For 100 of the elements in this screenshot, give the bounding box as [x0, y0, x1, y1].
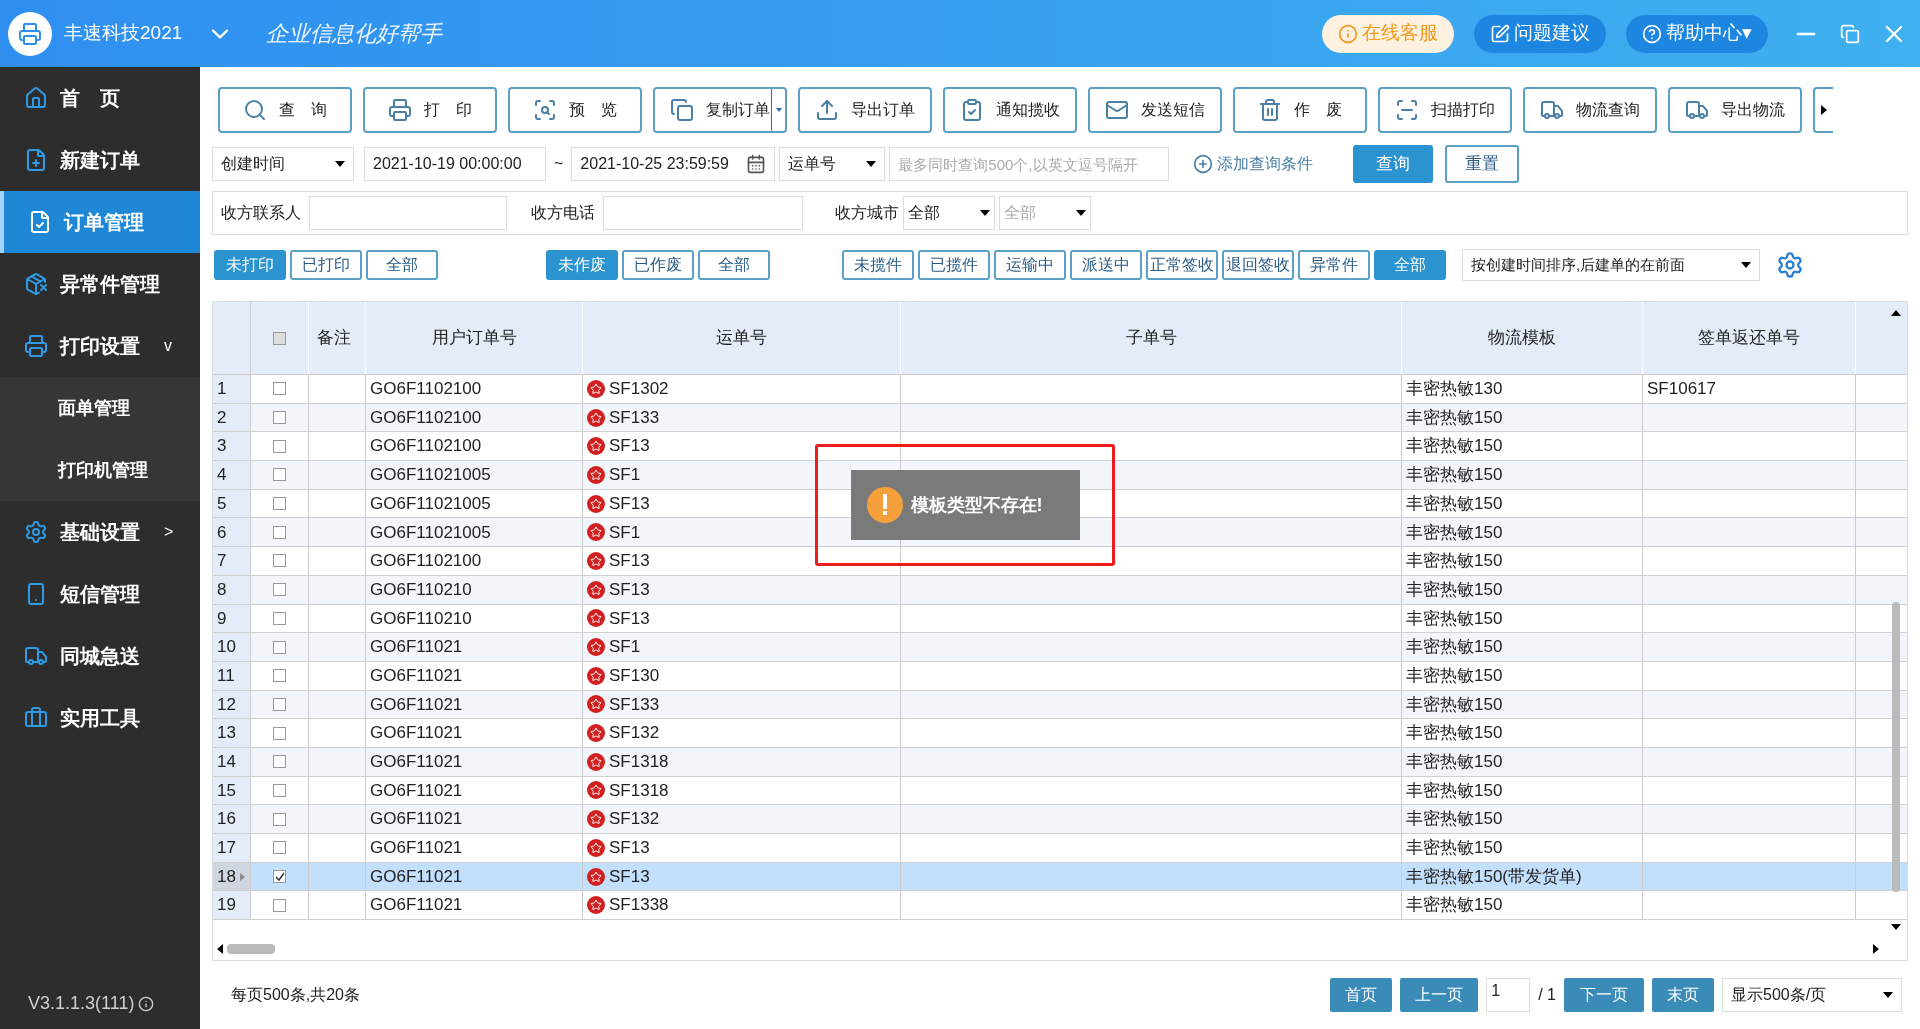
table-row[interactable]: 10 GO6F11021 SF1 丰密热敏150	[213, 633, 1907, 662]
toolbar-button[interactable]: 发送短信	[1088, 87, 1222, 133]
sidebar-item[interactable]: 订单管理	[0, 191, 200, 253]
toolbar-button[interactable]: 查 询	[218, 87, 352, 133]
table-row[interactable]: 8 GO6F110210 SF13 丰密热敏150	[213, 575, 1907, 605]
table-row[interactable]: 16 GO6F11021 SF132 丰密热敏150	[213, 805, 1907, 834]
column-header[interactable]: 用户订单号	[366, 302, 583, 374]
status-filter-tab[interactable]: 已揽件	[918, 250, 990, 280]
sidebar-item[interactable]: 实用工具	[0, 687, 200, 749]
row-checkbox[interactable]	[273, 669, 286, 683]
sort-select[interactable]: 按创建时间排序,后建单的在前面	[1462, 249, 1760, 281]
table-row[interactable]: 18 GO6F11021 SF13 丰密热敏150(带发货单)	[213, 862, 1907, 892]
status-filter-tab[interactable]: 已作废	[622, 250, 694, 280]
end-date-field[interactable]: 2021-10-25 23:59:59	[571, 147, 776, 181]
table-row[interactable]: 11 GO6F11021 SF130 丰密热敏150	[213, 661, 1907, 691]
column-header[interactable]: 运单号	[583, 302, 901, 374]
row-checkbox[interactable]	[273, 611, 286, 625]
restore-icon[interactable]	[1840, 23, 1860, 44]
reset-button[interactable]: 重置	[1445, 145, 1520, 183]
row-checkbox[interactable]	[273, 841, 286, 855]
submenu-item[interactable]: 面单管理	[0, 377, 200, 439]
first-page-button[interactable]: 首页	[1330, 978, 1393, 1012]
table-row[interactable]: 9 GO6F110210 SF13 丰密热敏150	[213, 604, 1907, 634]
table-row[interactable]: 3 GO6F1102100 SF13 丰密热敏150	[213, 432, 1907, 462]
table-row[interactable]: 17 GO6F11021 SF13 丰密热敏150	[213, 834, 1907, 863]
table-row[interactable]: 13 GO6F11021 SF132 丰密热敏150	[213, 719, 1907, 748]
toolbar-button[interactable]: 导出订单	[798, 87, 932, 133]
table-row[interactable]: 15 GO6F11021 SF1318 丰密热敏150	[213, 776, 1907, 806]
column-settings-icon[interactable]	[1776, 251, 1804, 279]
number-input-field[interactable]: 最多同时查询500个,以英文逗号隔开	[889, 147, 1170, 181]
status-filter-tab[interactable]: 全部	[698, 250, 770, 280]
add-condition-link[interactable]: 添加查询条件	[1193, 152, 1314, 176]
status-filter-tab[interactable]: 全部	[366, 250, 438, 280]
status-filter-tab[interactable]: 退回签收	[1222, 250, 1294, 280]
toolbar-button[interactable]: 复制订单	[653, 87, 787, 133]
toolbar-button[interactable]: 扫描打印	[1378, 87, 1512, 133]
last-page-button[interactable]: 末页	[1652, 978, 1714, 1012]
sidebar-item[interactable]: 基础设置 >	[0, 501, 200, 563]
row-checkbox[interactable]	[273, 411, 286, 425]
row-checkbox[interactable]	[273, 697, 286, 711]
row-checkbox[interactable]	[273, 640, 286, 654]
table-row[interactable]: 12 GO6F11021 SF133 丰密热敏150	[213, 690, 1907, 720]
star-badge-icon	[587, 867, 605, 886]
status-filter-tab[interactable]: 已打印	[290, 250, 362, 280]
row-checkbox[interactable]	[273, 468, 286, 482]
toolbar-button[interactable]: 物流查询	[1523, 87, 1657, 133]
row-checkbox[interactable]	[273, 554, 286, 568]
prev-page-button[interactable]: 上一页	[1400, 978, 1479, 1012]
row-checkbox[interactable]	[273, 497, 286, 511]
page-number-field[interactable]: 1	[1486, 978, 1531, 1012]
header-button[interactable]: 问题建议	[1474, 14, 1606, 53]
row-checkbox[interactable]	[273, 583, 286, 597]
row-checkbox[interactable]	[273, 525, 286, 539]
table-row[interactable]: 14 GO6F11021 SF1318 丰密热敏150	[213, 747, 1907, 777]
toolbar-button[interactable]: 通知揽收	[943, 87, 1077, 133]
sidebar-item[interactable]: 首 页	[0, 67, 200, 129]
column-header[interactable]: 签单返还单号	[1643, 302, 1856, 374]
row-checkbox[interactable]	[273, 898, 286, 912]
column-header[interactable]: 备注	[309, 302, 366, 374]
start-date-field[interactable]: 2021-10-19 00:00:00	[364, 147, 546, 181]
sidebar-item[interactable]: 短信管理	[0, 563, 200, 625]
header-button[interactable]: 帮助中心▾	[1626, 14, 1768, 53]
table-row[interactable]: 2 GO6F1102100 SF133 丰密热敏150	[213, 403, 1907, 433]
table-row[interactable]: 1 GO6F1102100 SF1302 丰密热敏130 SF10617	[213, 375, 1907, 404]
row-checkbox[interactable]	[273, 755, 286, 769]
sidebar-item[interactable]: 同城急送	[0, 625, 200, 687]
row-checkbox[interactable]	[273, 382, 286, 396]
toolbar-button[interactable]: 预 览	[508, 87, 642, 133]
table-row[interactable]: 4 GO6F11021005 SF1 丰密热敏150	[213, 461, 1907, 490]
row-checkbox[interactable]	[273, 812, 286, 826]
status-filter-tab[interactable]: 正常签收	[1146, 250, 1218, 280]
table-row[interactable]: 7 GO6F1102100 SF13 丰密热敏150	[213, 547, 1907, 576]
row-checkbox[interactable]	[273, 870, 286, 884]
sidebar-item[interactable]: 打印设置 v	[0, 315, 200, 377]
row-checkbox[interactable]	[273, 439, 286, 453]
sidebar-item[interactable]: 异常件管理	[0, 253, 200, 315]
submenu-item[interactable]: 打印机管理	[0, 439, 200, 501]
toolbar-button[interactable]: 打 印	[363, 87, 497, 133]
sidebar-item[interactable]: 新建订单	[0, 129, 200, 191]
number-field-select[interactable]: 运单号	[779, 147, 886, 181]
toolbar-scroll-button[interactable]	[1813, 87, 1833, 133]
table-row[interactable]: 19 GO6F11021 SF1338 丰密热敏150	[213, 891, 1907, 921]
status-filter-tab[interactable]: 异常件	[1298, 250, 1370, 280]
row-checkbox[interactable]	[273, 726, 286, 740]
status-filter-tab[interactable]: 未揽件	[842, 250, 914, 280]
select-all-checkbox[interactable]	[273, 331, 286, 345]
contact-input-field[interactable]	[309, 196, 507, 230]
phone-input-field[interactable]	[603, 196, 803, 230]
status-filter-tab[interactable]: 派送中	[1070, 250, 1142, 280]
toolbar-button[interactable]: 作 废	[1233, 87, 1367, 133]
time-field-select[interactable]: 创建时间	[212, 147, 354, 181]
row-checkbox[interactable]	[273, 783, 286, 797]
info-icon[interactable]	[138, 995, 155, 1012]
city-select[interactable]: 全部	[903, 196, 995, 230]
toolbar-button[interactable]: 导出物流	[1668, 87, 1802, 133]
page-size-select[interactable]: 显示500条/页	[1722, 978, 1902, 1012]
column-header[interactable]: 子单号	[901, 302, 1402, 374]
next-page-button[interactable]: 下一页	[1564, 978, 1644, 1012]
status-filter-tab[interactable]: 运输中	[994, 250, 1066, 280]
column-header[interactable]: 物流模板	[1402, 302, 1643, 374]
